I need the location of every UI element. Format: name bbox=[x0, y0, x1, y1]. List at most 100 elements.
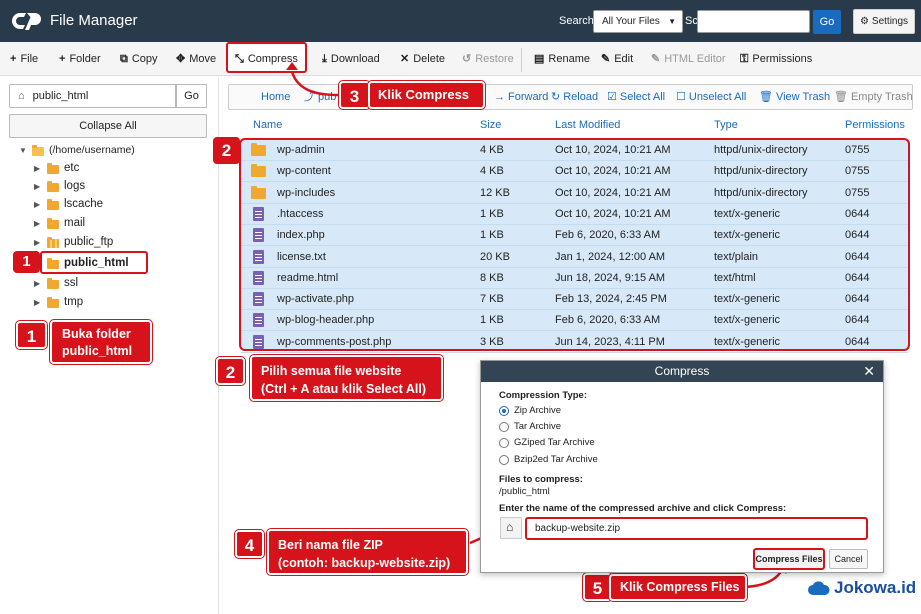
step-2-badge: 2 bbox=[216, 357, 245, 385]
compress-files-button[interactable]: Compress Files bbox=[753, 548, 825, 570]
delete-button[interactable]: ✕ Delete bbox=[400, 42, 445, 76]
file-icon bbox=[253, 292, 264, 307]
select-all-link[interactable]: ☑ Select All bbox=[607, 85, 665, 109]
tree-item-logs[interactable]: ▶ logs bbox=[34, 177, 85, 195]
tree-item-label: tmp bbox=[64, 296, 84, 308]
nav-up-link[interactable]: ⤴ pub bbox=[304, 85, 336, 109]
cell-type: text/x-generic bbox=[714, 229, 781, 242]
table-row[interactable]: wp-content 4 KB Oct 10, 2024, 10:21 AM http… bbox=[241, 161, 908, 183]
cell-perm: 0644 bbox=[845, 314, 870, 327]
column-header-name[interactable]: Name bbox=[253, 119, 282, 131]
tree-item-ssl[interactable]: ▶ ssl bbox=[34, 274, 78, 292]
cell-size: 12 KB bbox=[480, 186, 510, 199]
cell-name: wp-admin bbox=[277, 144, 325, 156]
step-2-badge-top: 2 bbox=[213, 137, 240, 164]
search-input[interactable] bbox=[697, 10, 810, 33]
step-1-text: Buka folder bbox=[62, 327, 131, 341]
cloud-icon bbox=[808, 581, 830, 595]
search-go-button[interactable]: Go bbox=[813, 10, 841, 34]
radio-gzip[interactable]: GZiped Tar Archive bbox=[499, 437, 595, 448]
step-3-badge: 3 bbox=[339, 81, 370, 109]
new-folder-button[interactable]: + Folder bbox=[59, 42, 101, 76]
table-row[interactable]: wp-includes 12 KB Oct 10, 2024, 10:21 AM ht… bbox=[241, 183, 908, 204]
table-row[interactable]: .htaccess 1 KB Oct 10, 2024, 10:21 AM text/… bbox=[241, 204, 908, 225]
column-header-permissions[interactable]: Permissions bbox=[845, 119, 905, 131]
html-editor-icon: ✎ bbox=[651, 53, 661, 65]
html-editor-button[interactable]: ✎ HTML Editor bbox=[651, 42, 726, 76]
permissions-label: Permissions bbox=[752, 53, 813, 65]
path-go-button[interactable]: Go bbox=[176, 84, 207, 108]
nav-home-label: Home bbox=[261, 91, 291, 103]
cell-perm: 0644 bbox=[845, 293, 870, 306]
tree-item-mail[interactable]: ▶ mail bbox=[34, 214, 85, 232]
unselect-all-link[interactable]: ☐ Unselect All bbox=[676, 85, 746, 109]
file-icon bbox=[253, 206, 264, 221]
cancel-button[interactable]: Cancel bbox=[829, 549, 868, 569]
table-row[interactable]: wp-admin 4 KB Oct 10, 2024, 10:21 AM httpd/… bbox=[241, 140, 908, 161]
toolbar-divider bbox=[521, 48, 522, 72]
step-4-text: Beri nama file ZIP bbox=[278, 538, 383, 552]
tree-root[interactable]: ▼ (/home/username) bbox=[19, 141, 135, 159]
settings-button[interactable]: ⚙ Settings bbox=[853, 9, 915, 34]
new-file-button[interactable]: + File bbox=[10, 42, 38, 76]
table-row[interactable]: wp-comments-post.php 3 KB Jun 14, 2023, 4:… bbox=[241, 332, 908, 353]
step-3-callout: Klik Compress bbox=[368, 81, 485, 109]
cell-name: wp-activate.php bbox=[277, 293, 355, 306]
step-2-text-2: (Ctrl + A atau klik Select All) bbox=[261, 382, 426, 396]
compress-icon: ⤡ bbox=[235, 53, 244, 65]
restore-button[interactable]: ↺ Restore bbox=[462, 42, 514, 76]
edit-button[interactable]: ✎ Edit bbox=[601, 42, 633, 76]
view-trash-link[interactable]: 🗑 View Trash bbox=[759, 85, 830, 109]
radio-bzip2[interactable]: Bzip2ed Tar Archive bbox=[499, 454, 598, 465]
column-header-type[interactable]: Type bbox=[714, 119, 738, 131]
cell-perm: 0755 bbox=[845, 144, 870, 156]
checkbox-empty-icon: ☐ bbox=[676, 91, 686, 103]
key-icon: ⚿ bbox=[740, 53, 749, 65]
table-row[interactable]: wp-activate.php 7 KB Feb 13, 2024, 2:45 PM… bbox=[241, 289, 908, 311]
tree-item-public-ftp[interactable]: ▶ public_ftp bbox=[34, 233, 113, 251]
search-scope-select[interactable]: All Your Files ▼ bbox=[593, 10, 683, 33]
table-row[interactable]: wp-blog-header.php 1 KB Feb 6, 2020, 6:33 … bbox=[241, 310, 908, 332]
column-header-size[interactable]: Size bbox=[480, 119, 501, 131]
move-button[interactable]: ✥ Move bbox=[176, 42, 216, 76]
archive-name-input[interactable]: backup-website.zip bbox=[525, 517, 868, 540]
table-row[interactable]: index.php 1 KB Feb 6, 2020, 6:33 AM text/x-… bbox=[241, 225, 908, 247]
radio-zip[interactable]: Zip Archive bbox=[499, 405, 561, 416]
cell-type: text/x-generic bbox=[714, 207, 781, 220]
cell-modified: Jun 18, 2024, 9:15 AM bbox=[555, 271, 666, 284]
rename-button[interactable]: ▤ Rename bbox=[534, 42, 590, 76]
compress-button[interactable]: ⤡ Compress bbox=[235, 42, 298, 76]
chevron-right-icon: ▶ bbox=[34, 278, 41, 288]
cell-type: httpd/unix-directory bbox=[714, 186, 808, 199]
unselect-all-label: Unselect All bbox=[688, 91, 747, 103]
table-row[interactable]: license.txt 20 KB Jan 1, 2024, 12:00 AM tex… bbox=[241, 247, 908, 268]
tree-item-etc[interactable]: ▶ etc bbox=[34, 159, 79, 177]
app-title: File Manager bbox=[50, 12, 138, 29]
column-header-modified[interactable]: Last Modified bbox=[555, 119, 620, 131]
archive-name-prompt: Enter the name of the compressed archive… bbox=[499, 503, 787, 514]
new-folder-label: Folder bbox=[69, 53, 101, 65]
cpanel-logo-icon bbox=[12, 13, 41, 30]
tree-item-label: public_ftp bbox=[64, 236, 114, 248]
cell-perm: 0755 bbox=[845, 165, 870, 178]
download-button[interactable]: ⤓ Download bbox=[322, 42, 380, 76]
collapse-all-button[interactable]: Collapse All bbox=[9, 114, 207, 138]
copy-button[interactable]: ⧉ Copy bbox=[120, 42, 158, 76]
nav-forward-link[interactable]: → Forward bbox=[494, 85, 548, 109]
nav-home-link[interactable]: Home bbox=[261, 85, 290, 109]
radio-label: Bzip2ed Tar Archive bbox=[514, 454, 598, 465]
folder-icon bbox=[47, 257, 59, 269]
permissions-button[interactable]: ⚿ Permissions bbox=[740, 42, 812, 76]
close-icon[interactable]: ✕ bbox=[863, 363, 875, 379]
radio-tar[interactable]: Tar Archive bbox=[499, 421, 561, 432]
dialog-title: Compress bbox=[481, 361, 883, 382]
cell-modified: Oct 10, 2024, 10:21 AM bbox=[555, 186, 671, 199]
empty-trash-link[interactable]: 🗑 Empty Trash bbox=[834, 85, 913, 109]
tree-item-public-html[interactable]: ▶public_html bbox=[34, 254, 129, 272]
cell-size: 4 KB bbox=[480, 144, 504, 156]
path-input[interactable]: ⌂ public_html bbox=[9, 84, 176, 108]
table-row[interactable]: readme.html 8 KB Jun 18, 2024, 9:15 AM text… bbox=[241, 268, 908, 289]
tree-item-lscache[interactable]: ▶ lscache bbox=[34, 195, 103, 213]
nav-reload-link[interactable]: ↻ Reload bbox=[551, 85, 598, 109]
tree-item-tmp[interactable]: ▶ tmp bbox=[34, 293, 83, 311]
